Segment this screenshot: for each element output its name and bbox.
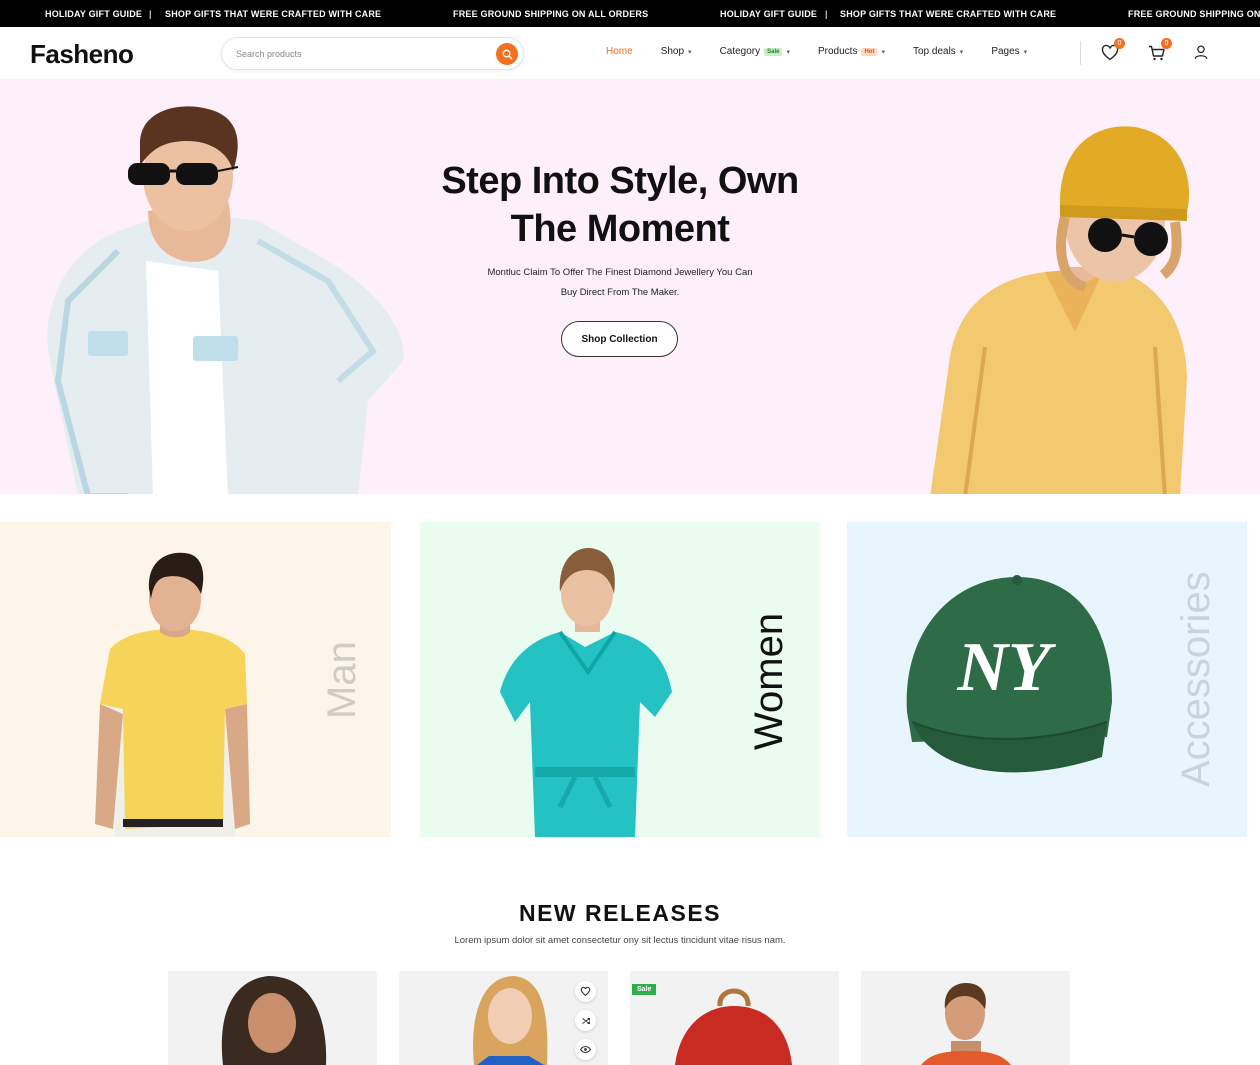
cart-count-badge: 0: [1161, 38, 1172, 49]
main-nav: Home Shop ▾ Category Sale ▾ Products Hot…: [606, 46, 1055, 57]
announcement-text: HOLIDAY GIFT GUIDE: [45, 9, 143, 19]
add-to-wishlist-button[interactable]: [575, 981, 596, 1002]
announcement-text: SHOP GIFTS THAT WERE CRAFTED WITH CARE: [165, 9, 382, 19]
new-releases-title: NEW RELEASES: [518, 900, 722, 926]
category-man-image: [95, 552, 250, 837]
new-releases-subtitle: Lorem ipsum dolor sit amet consectetur o…: [454, 935, 786, 946]
announcement-separator: |: [149, 9, 152, 19]
chevron-down-icon: ▾: [881, 48, 885, 56]
hero-banner: Step Into Style, Own The Moment Montluc …: [0, 79, 1260, 494]
nav-label: Products: [818, 46, 858, 57]
category-tile-women[interactable]: Women: [420, 522, 820, 837]
nav-label: Pages: [991, 46, 1020, 57]
cart-button[interactable]: 0: [1147, 38, 1172, 63]
nav-shop[interactable]: Shop ▾: [661, 46, 692, 57]
announcement-text: SHOP GIFTS THAT WERE CRAFTED WITH CARE: [840, 9, 1057, 19]
product-card[interactable]: [861, 971, 1070, 1065]
site-header: Fasheno Home Shop ▾ Category Sale ▾ Prod…: [0, 27, 1260, 79]
chevron-down-icon: ▾: [959, 48, 964, 56]
announcement-separator: |: [825, 9, 828, 19]
heart-icon: [580, 986, 591, 997]
compare-button[interactable]: [575, 1010, 596, 1031]
announcement-text: HOLIDAY GIFT GUIDE: [720, 9, 818, 19]
chevron-down-icon: ▾: [1023, 48, 1028, 56]
chevron-down-icon: ▾: [688, 48, 692, 56]
product-image: [221, 976, 327, 1065]
hero-model-man-image: [47, 106, 404, 494]
user-icon: [1194, 45, 1208, 60]
category-label-man: Man: [320, 641, 364, 719]
shop-collection-button[interactable]: Shop Collection: [561, 321, 678, 357]
hero-subtitle-line: Buy Direct From The Maker.: [560, 287, 680, 298]
category-tile-accessories[interactable]: NY Accessories: [847, 522, 1247, 837]
category-label-women: Women: [747, 612, 791, 750]
category-accessories-image: NY: [906, 575, 1112, 773]
product-card[interactable]: [168, 971, 377, 1065]
nav-pages[interactable]: Pages ▾: [991, 46, 1027, 57]
category-tile-man[interactable]: Man: [0, 522, 391, 837]
eye-icon: [580, 1046, 591, 1053]
hero-model-woman-image: [930, 126, 1190, 494]
nav-label: Home: [606, 46, 633, 57]
site-logo[interactable]: Fasheno: [30, 39, 134, 70]
quick-view-button[interactable]: [575, 1039, 596, 1060]
category-women-image: [500, 547, 672, 837]
wishlist-count-badge: 0: [1114, 38, 1125, 49]
header-divider: [1080, 41, 1081, 65]
nav-label: Top deals: [912, 46, 956, 57]
svg-text:NY: NY: [956, 629, 1057, 706]
hero-title: Step Into Style, Own The Moment: [400, 157, 840, 253]
shuffle-icon: [581, 1017, 590, 1024]
announcement-bar: HOLIDAY GIFT GUIDE | SHOP GIFTS THAT WER…: [0, 0, 1260, 27]
sale-badge: Sale: [632, 984, 657, 995]
announcement-text: FREE GROUND SHIPPING ON AL: [1128, 9, 1260, 19]
hero-title-line: The Moment: [510, 208, 730, 250]
nav-category[interactable]: Category Sale ▾: [720, 46, 790, 57]
nav-top-deals[interactable]: Top deals ▾: [913, 46, 963, 57]
search-button[interactable]: [496, 43, 518, 65]
search-bar: [221, 37, 524, 70]
search-input[interactable]: [236, 46, 486, 62]
hero-title-line: Step Into Style, Own: [441, 160, 799, 202]
nav-label: Shop: [660, 46, 685, 57]
nav-products[interactable]: Products Hot ▾: [818, 46, 885, 57]
product-image: [675, 988, 792, 1065]
hero-subtitle-line: Montluc Claim To Offer The Finest Diamon…: [487, 267, 753, 278]
nav-home[interactable]: Home: [606, 46, 633, 57]
sale-pill: Sale: [764, 47, 783, 56]
product-image: [921, 983, 1011, 1065]
hero-subtitle: Montluc Claim To Offer The Finest Diamon…: [460, 263, 780, 303]
category-label-accessories: Accessories: [1174, 571, 1218, 787]
account-button[interactable]: [1192, 43, 1212, 63]
chevron-down-icon: ▾: [786, 48, 790, 56]
announcement-text: FREE GROUND SHIPPING ON ALL ORDERS: [453, 9, 649, 19]
wishlist-button[interactable]: 0: [1100, 38, 1125, 63]
search-icon: [502, 49, 512, 59]
product-card[interactable]: Sale: [630, 971, 839, 1065]
nav-label: Category: [719, 46, 761, 57]
hot-pill: Hot: [861, 47, 878, 56]
product-card[interactable]: [399, 971, 608, 1065]
